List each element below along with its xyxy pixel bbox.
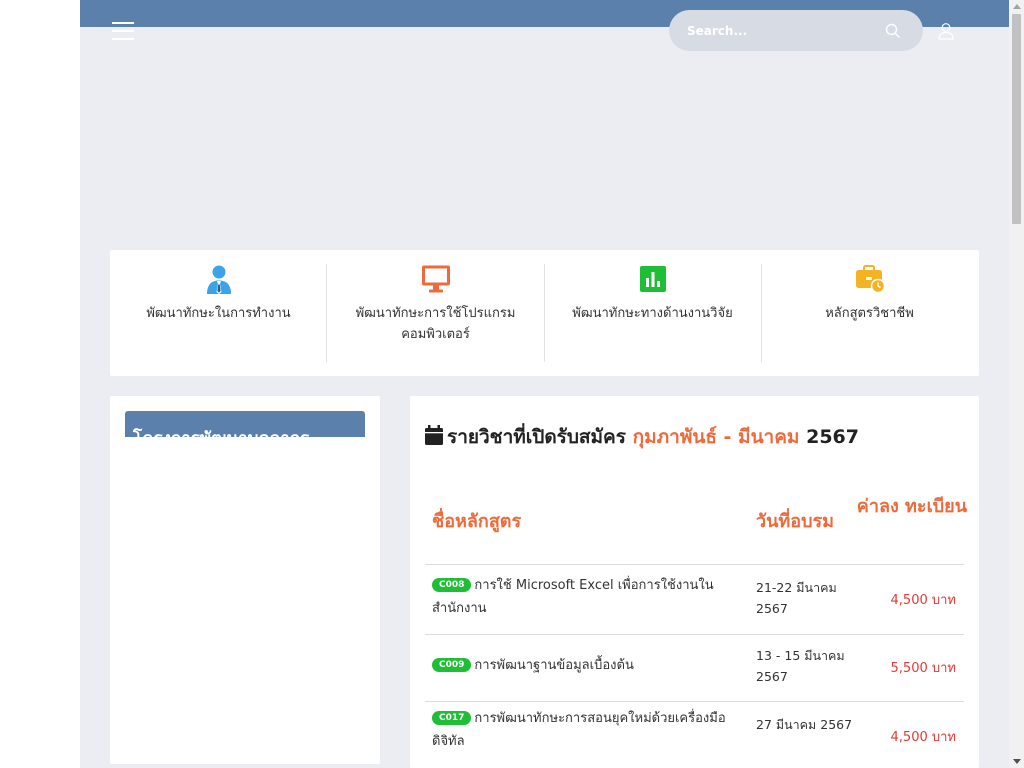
category-work-skills[interactable]: พัฒนาทักษะในการทำงาน: [110, 250, 327, 376]
monitor-icon: [421, 265, 450, 293]
course-date: 21-22 มีนาคม 2567: [756, 580, 837, 616]
category-professional[interactable]: หลักสูตรวิชาชีพ: [761, 250, 978, 376]
main-area: พัฒนาทักษะในการทำงาน พัฒนาทักษะการใช้โปร…: [80, 0, 1009, 768]
search-box: [669, 10, 923, 51]
scroll-down-arrow-icon[interactable]: [1013, 759, 1021, 764]
title-year: 2567: [806, 426, 859, 448]
category-label: หลักสูตรวิชาชีพ: [825, 306, 914, 321]
category-computer-skills[interactable]: พัฒนาทักษะการใช้โปรแกรม คอมพิวเตอร์: [327, 250, 544, 376]
page-scrollbar[interactable]: [1009, 0, 1024, 768]
left-blank-margin: [0, 0, 80, 768]
menu-hamburger-icon[interactable]: [112, 22, 134, 40]
course-name-text: การพัฒนาทักษะการสอนยุคใหม่ด้วยเครื่องมือ…: [432, 711, 726, 749]
table-row[interactable]: C008 การใช้ Microsoft Excel เพื่อการใช้งา…: [425, 565, 964, 634]
scroll-up-arrow-icon[interactable]: [1013, 4, 1021, 9]
course-name-text: การพัฒนาฐานข้อมูลเบื้องต้น: [474, 658, 634, 673]
course-code-badge: C009: [432, 658, 472, 672]
user-account-icon[interactable]: [937, 22, 955, 40]
course-date: 13 - 15 มีนาคม 2567: [756, 648, 845, 684]
category-label: พัฒนาทักษะการใช้โปรแกรม คอมพิวเตอร์: [355, 306, 516, 342]
course-code-badge: C017: [432, 711, 472, 725]
table-row[interactable]: C017 การพัฒนาทักษะการสอนยุคใหม่ด้วยเครื่อ…: [425, 702, 964, 768]
category-card: พัฒนาทักษะในการทำงาน พัฒนาทักษะการใช้โปร…: [110, 250, 979, 376]
category-research-skills[interactable]: พัฒนาทักษะทางด้านงานวิจัย: [544, 250, 761, 376]
course-fee: 4,500 บาท: [890, 730, 956, 745]
scroll-thumb[interactable]: [1012, 14, 1021, 224]
sidebar-card: โครงการพัฒนาบุคลากร: [110, 396, 380, 764]
course-date: 27 มีนาคม 2567: [756, 717, 853, 732]
course-list-card: รายวิชาที่เปิดรับสมัคร กุมภาพันธ์ - มีนา…: [410, 396, 979, 768]
course-name: C009 การพัฒนาฐานข้อมูลเบื้องต้น: [432, 654, 732, 677]
table-row[interactable]: C009 การพัฒนาฐานข้อมูลเบื้องต้น 13 - 15 ม…: [425, 635, 964, 701]
category-label: พัฒนาทักษะในการทำงาน: [146, 306, 291, 321]
column-header-date: วันที่อบรม: [756, 511, 835, 532]
course-name: C008 การใช้ Microsoft Excel เพื่อการใช้งา…: [432, 574, 732, 620]
course-fee: 5,500 บาท: [890, 661, 956, 676]
search-input[interactable]: [687, 20, 877, 42]
column-header-fee: ค่าลง ทะเบียน: [856, 496, 967, 517]
course-list-title: รายวิชาที่เปิดรับสมัคร กุมภาพันธ์ - มีนา…: [425, 422, 859, 452]
briefcase-clock-icon: [855, 265, 885, 294]
title-prefix: รายวิชาที่เปิดรับสมัคร: [447, 426, 626, 448]
title-period: กุมภาพันธ์ - มีนาคม: [632, 426, 800, 448]
course-code-badge: C008: [432, 578, 472, 592]
course-name: C017 การพัฒนาทักษะการสอนยุคใหม่ด้วยเครื่อ…: [432, 707, 732, 753]
bar-chart-icon: [639, 266, 666, 292]
calendar-icon: [425, 425, 443, 445]
course-fee: 4,500 บาท: [890, 593, 956, 608]
course-name-text: การใช้ Microsoft Excel เพื่อการใช้งานในส…: [432, 578, 714, 616]
project-banner[interactable]: โครงการพัฒนาบุคลากร: [125, 411, 365, 437]
user-tie-icon: [206, 265, 231, 294]
category-label: พัฒนาทักษะทางด้านงานวิจัย: [572, 306, 733, 321]
project-banner-text: โครงการพัฒนาบุคลากร: [133, 425, 309, 437]
search-icon[interactable]: [885, 23, 901, 39]
column-header-name: ชื่อหลักสูตร: [432, 511, 522, 532]
